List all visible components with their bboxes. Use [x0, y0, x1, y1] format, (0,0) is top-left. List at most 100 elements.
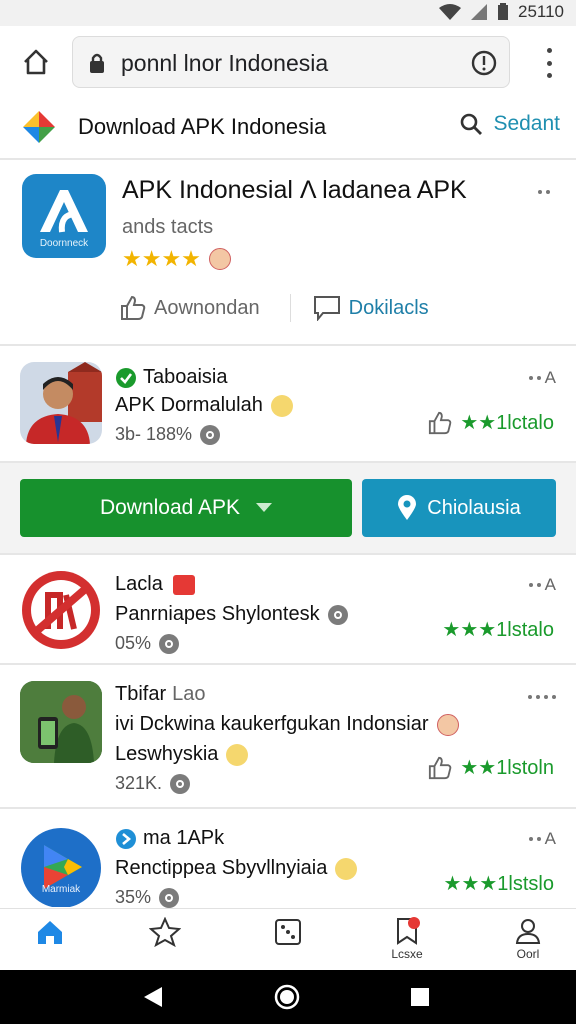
item-more-menu[interactable]: A	[528, 829, 556, 849]
thumbs-up-icon[interactable]	[428, 411, 452, 435]
app-list-item[interactable]: Marmiak ma 1APk Renctippea Sbyvllnyiaia …	[0, 811, 576, 908]
app-meta: 321K.	[115, 773, 191, 794]
avatar-icon	[208, 248, 231, 270]
recents-button[interactable]	[405, 982, 435, 1012]
site-title[interactable]: Download APK Indonesia	[78, 114, 326, 140]
nav-home[interactable]	[10, 917, 90, 947]
app-list-item[interactable]: Tbifar Lao ivi Dckwina kaukerfgukan Indo…	[0, 667, 576, 809]
app-publisher: ma 1APk	[115, 827, 224, 850]
emoji-face-icon	[270, 394, 293, 417]
status-time: 25110	[517, 2, 564, 21]
browser-toolbar: ponnl lnor Indonesia	[0, 26, 576, 100]
rating-text: ★★1lctalo	[460, 412, 554, 434]
rating-text: ★★★1lstslo	[443, 873, 554, 895]
publisher-name: Tbifar	[115, 683, 167, 705]
publisher-name: ma 1APk	[143, 827, 225, 849]
nav-saved[interactable]: Lcsxe	[367, 917, 447, 961]
app-publisher: Lacla	[115, 573, 195, 596]
like-label: Aownondan	[154, 296, 260, 319]
app-thumbnail[interactable]	[20, 569, 102, 651]
app-name-text: ivi Dckwina kaukerfgukan Indonsiar	[115, 713, 429, 735]
item-more-menu[interactable]: A	[528, 575, 556, 595]
app-rating: ★★★1lstslo	[444, 871, 554, 896]
address-bar[interactable]: ponnl lnor Indonesia	[72, 36, 510, 88]
home-icon	[38, 921, 62, 944]
action-divider	[289, 294, 291, 322]
info-dot-icon	[327, 604, 348, 625]
app-name: ivi Dckwina kaukerfgukan Indonsiar	[115, 713, 459, 736]
app-thumbnail[interactable]: Marmiak	[20, 827, 102, 907]
site-header: Download APK Indonesia Sedant	[0, 100, 576, 160]
app-list-item[interactable]: Taboaisia APK Dormalulah 3b- 188% A ★★1l…	[0, 348, 576, 463]
site-info-button[interactable]	[469, 48, 499, 78]
item-more-menu[interactable]: A	[528, 368, 556, 388]
app-tagline-text: Leswhyskia	[115, 743, 219, 765]
more-horiz-icon	[528, 837, 541, 841]
corner-label: A	[544, 575, 556, 594]
app-name-text: APK Dormalulah	[115, 394, 263, 416]
home-system-button[interactable]	[272, 982, 302, 1012]
battery-icon	[497, 3, 508, 20]
status-icons: 25110	[438, 2, 564, 22]
app-thumbnail[interactable]	[20, 681, 102, 763]
corner-label: A	[544, 829, 556, 848]
app-name-text: Panrniapes Shylontesk	[115, 603, 320, 625]
profile-icon	[515, 919, 541, 944]
publisher-suffix: Lao	[172, 683, 206, 705]
more-vert-icon[interactable]	[538, 48, 560, 78]
like-button[interactable]: Aownondan	[120, 295, 260, 321]
person-photo-icon	[26, 362, 102, 444]
recents-square-icon	[411, 988, 429, 1006]
app-meta-text: 05%	[115, 633, 152, 653]
app-publisher: Tbifar Lao	[115, 683, 206, 706]
app-rating: ★★★1lstalo	[442, 617, 554, 642]
app-meta: 05%	[115, 633, 180, 654]
app-icon-caption: Marmiak	[41, 884, 81, 895]
nav-favorites[interactable]	[125, 917, 205, 947]
app-name: Renctippea Sbyvllnyiaia	[115, 857, 358, 880]
app-list-item[interactable]: Lacla Panrniapes Shylontesk 05% A ★★★1ls…	[0, 557, 576, 665]
app-meta: 3b- 188%	[115, 424, 221, 445]
bottom-navigation: Lcsxe Oorl	[0, 908, 576, 970]
nav-games[interactable]	[248, 917, 328, 947]
info-icon	[471, 50, 497, 76]
nav-saved-label: Lcsxe	[391, 947, 423, 961]
app-icon-caption: Doornneck	[39, 238, 89, 249]
search-icon	[461, 113, 483, 135]
more-horiz-icon	[528, 376, 541, 380]
app-rating: ★★1lstoln	[428, 755, 554, 780]
featured-app-rating: ★★★★	[122, 246, 231, 272]
browser-home-button[interactable]	[18, 44, 54, 80]
thumbs-up-icon	[121, 295, 146, 320]
download-count-icon	[159, 887, 180, 908]
back-button[interactable]	[138, 982, 168, 1012]
site-logo-icon[interactable]	[22, 110, 56, 144]
rating-stars: ★★★★	[122, 246, 201, 271]
avatar-icon	[436, 713, 459, 736]
search-button[interactable]: Sedant	[459, 112, 560, 136]
featured-app-icon[interactable]: Doornneck	[22, 174, 106, 258]
ban-logo-icon	[22, 571, 100, 649]
app-name: Panrniapes Shylontesk	[115, 603, 348, 626]
thumbs-up-icon[interactable]	[428, 756, 452, 780]
download-apk-button[interactable]: Download APK	[20, 479, 352, 537]
more-horiz-icon[interactable]	[528, 695, 556, 699]
download-count-icon	[200, 424, 221, 445]
emoji-face-icon	[335, 857, 358, 880]
publisher-name: Taboaisia	[143, 366, 228, 388]
person-photo-icon	[20, 681, 102, 763]
publisher-name: Lacla	[115, 573, 163, 595]
app-name-text: Renctippea Sbyvllnyiaia	[115, 857, 328, 879]
emoji-face-icon	[226, 743, 249, 766]
app-thumbnail[interactable]	[20, 362, 102, 444]
rating-text: ★★★1lstalo	[442, 619, 554, 641]
featured-app-title[interactable]: APK Indonesial Λ ladanea APK	[122, 176, 467, 205]
address-text: ponnl lnor Indonesia	[121, 50, 329, 76]
more-horiz-icon[interactable]	[538, 190, 550, 194]
search-label: Sedant	[493, 112, 560, 135]
back-triangle-icon	[144, 987, 162, 1007]
nav-profile[interactable]: Oorl	[488, 917, 568, 961]
location-button[interactable]: Chiolausia	[362, 479, 556, 537]
comment-button[interactable]: Dokilacls	[313, 295, 429, 321]
app-meta: 35%	[115, 887, 180, 908]
